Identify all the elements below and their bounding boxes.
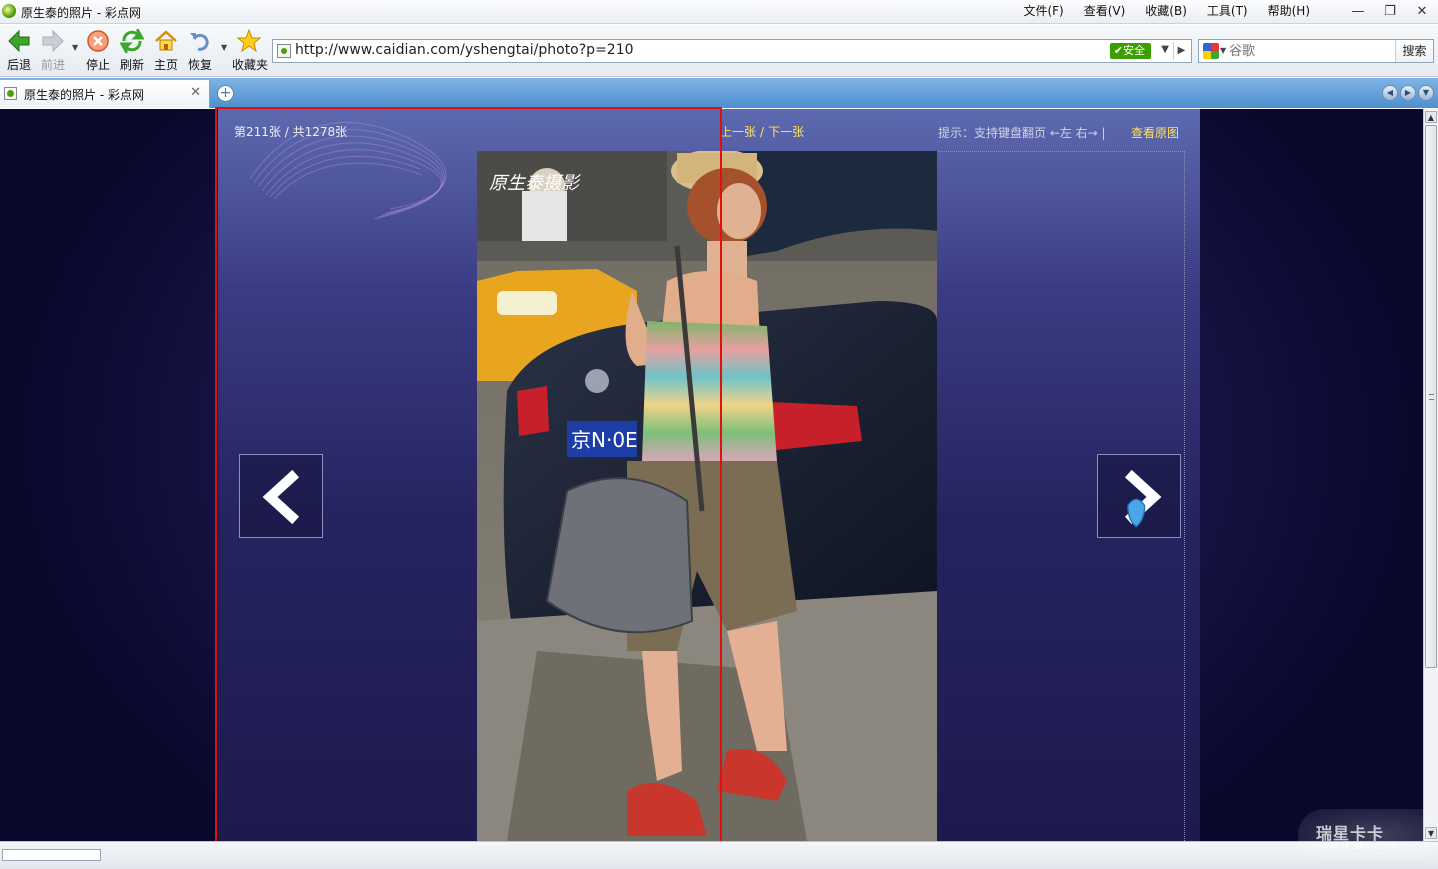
secure-badge[interactable]: ✔安全: [1109, 43, 1151, 59]
tab-scroll-right-icon[interactable]: ▶: [1400, 85, 1416, 101]
search-box: ▼ 搜索: [1198, 39, 1434, 63]
search-input[interactable]: [1229, 42, 1389, 60]
back-label: 后退: [6, 58, 31, 72]
scroll-thumb[interactable]: [1425, 125, 1437, 668]
title-bar: 原生泰的照片 - 彩点网 文件(F) 查看(V) 收藏(B) 工具(T) 帮助(…: [0, 0, 1438, 24]
load-progress-bar: [2, 849, 101, 861]
restore-button[interactable]: 恢复: [183, 29, 217, 73]
tab-list-icon[interactable]: ▼: [1418, 85, 1434, 101]
link-separator: /: [760, 125, 765, 139]
prev-photo-link[interactable]: 上一张: [720, 125, 756, 139]
tab-active[interactable]: 原生泰的照片 - 彩点网 ✕: [0, 80, 210, 108]
tab-label: 原生泰的照片 - 彩点网: [24, 88, 144, 102]
home-button[interactable]: 主页: [149, 29, 183, 73]
favorites-label: 收藏夹: [232, 58, 269, 72]
view-original-link[interactable]: 查看原图: [1131, 124, 1179, 141]
ikaka-watermark: 瑞星卡卡 www.ikaka.com: [1298, 809, 1430, 861]
refresh-icon: [120, 29, 144, 53]
vertical-scrollbar[interactable]: ▲ ▼: [1423, 109, 1438, 841]
undo-icon: [190, 33, 209, 51]
window-title: 原生泰的照片 - 彩点网: [21, 6, 141, 20]
stop-label: 停止: [85, 58, 110, 72]
prev-next-links: 上一张 / 下一张: [720, 123, 804, 140]
nav-toolbar: 后退 前进 ▼ 停止 刷新 主页 恢复 ▼ 收藏夹 http://www.cai…: [0, 25, 1438, 77]
forward-label: 前进: [40, 58, 65, 72]
refresh-label: 刷新: [119, 58, 144, 72]
url-text[interactable]: http://www.caidian.com/yshengtai/photo?p…: [295, 42, 634, 58]
star-icon: [237, 29, 261, 53]
favorites-button[interactable]: 收藏夹: [232, 29, 269, 73]
maximize-button[interactable]: ❐: [1378, 2, 1402, 20]
next-arrow-button[interactable]: [1097, 454, 1181, 538]
page-icon: [277, 44, 291, 58]
home-icon: [155, 30, 177, 51]
scroll-up-icon[interactable]: ▲: [1425, 111, 1437, 123]
chevron-right-icon: [1124, 469, 1162, 528]
back-button[interactable]: 后退: [2, 29, 36, 73]
home-label: 主页: [153, 58, 178, 72]
grip-icon: [1429, 394, 1434, 400]
stop-button[interactable]: 停止: [81, 29, 115, 73]
menu-file[interactable]: 文件(F): [1013, 3, 1073, 19]
minimize-button[interactable]: —: [1346, 2, 1370, 20]
search-engine-icon[interactable]: [1203, 43, 1219, 59]
address-dropdown-icon[interactable]: ▼: [1161, 44, 1169, 55]
selection-highlight: [215, 107, 722, 854]
restore-label: 恢复: [187, 58, 212, 72]
restore-dropdown-icon[interactable]: ▼: [221, 43, 227, 52]
engine-dropdown-icon[interactable]: ▼: [1220, 46, 1226, 55]
tab-bar: 原生泰的照片 - 彩点网 ✕ + ◀ ▶ ▼: [0, 78, 1438, 108]
status-bar: [0, 841, 1438, 869]
menu-favorites[interactable]: 收藏(B): [1135, 3, 1197, 19]
tab-page-icon: [4, 87, 17, 100]
next-photo-link[interactable]: 下一张: [768, 125, 804, 139]
forward-button[interactable]: 前进: [36, 29, 70, 73]
address-bar[interactable]: http://www.caidian.com/yshengtai/photo?p…: [272, 39, 1192, 63]
browser-logo-icon: [2, 4, 16, 18]
stop-icon: [87, 30, 109, 52]
tab-navigation: ◀ ▶ ▼: [1382, 85, 1434, 101]
tab-close-icon[interactable]: ✕: [190, 85, 201, 100]
new-tab-button[interactable]: +: [217, 85, 234, 102]
menu-view[interactable]: 查看(V): [1074, 3, 1136, 19]
forward-dropdown-icon[interactable]: ▼: [72, 43, 78, 52]
search-button[interactable]: 搜索: [1395, 40, 1433, 62]
forward-arrow-icon: [42, 29, 64, 53]
keyboard-hint: 提示：支持键盘翻页 ←左 右→ |: [938, 126, 1106, 140]
menu-tools[interactable]: 工具(T): [1197, 3, 1258, 19]
back-arrow-icon: [8, 29, 30, 53]
refresh-button[interactable]: 刷新: [115, 29, 149, 73]
window-controls: — ❐ ✕: [1346, 2, 1434, 20]
watermark-line2: www.ikaka.com: [1312, 839, 1399, 852]
go-arrow-icon[interactable]: ▶: [1173, 42, 1189, 60]
menu-bar: 文件(F) 查看(V) 收藏(B) 工具(T) 帮助(H): [1013, 3, 1320, 19]
close-window-button[interactable]: ✕: [1410, 2, 1434, 20]
menu-help[interactable]: 帮助(H): [1258, 3, 1320, 19]
tab-scroll-left-icon[interactable]: ◀: [1382, 85, 1398, 101]
